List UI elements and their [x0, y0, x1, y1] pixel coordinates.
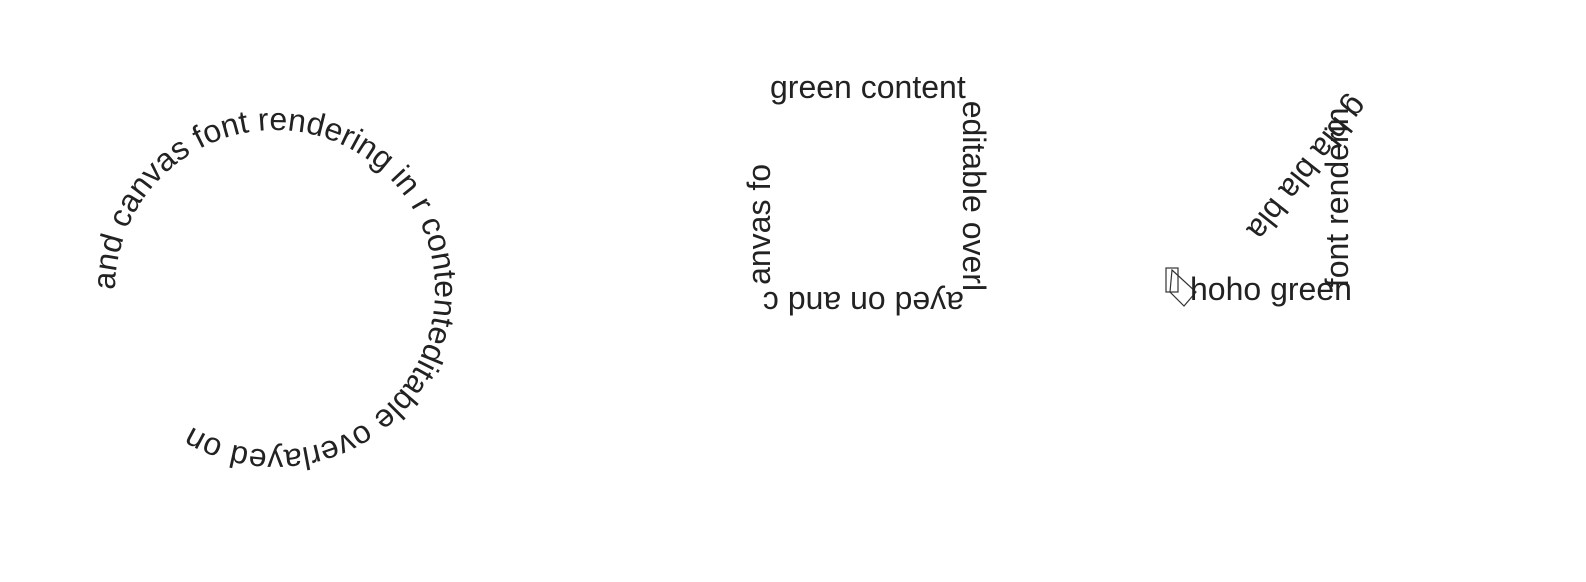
- square-text-shape: green contenteditable overlayed on and c…: [741, 69, 992, 321]
- circular-text-shape: and canvas font rendering in r contented…: [86, 101, 464, 479]
- triangle-text: hoho green font rendering bla bla bla: [1190, 90, 1375, 307]
- triangle-text-content: hoho green font rendering bla bla bla: [1190, 90, 1375, 307]
- circular-text: and canvas font rendering in r contented…: [86, 101, 464, 479]
- triangle-text-shape: hoho green font rendering bla bla bla: [1165, 90, 1375, 307]
- square-text: green contenteditable overlayed on and c…: [741, 69, 992, 321]
- text-path-canvas: and canvas font rendering in r contented…: [86, 69, 1376, 479]
- circular-text-content: and canvas font rendering in r contented…: [86, 101, 464, 479]
- square-text-content: green contenteditable overlayed on and c…: [741, 69, 992, 321]
